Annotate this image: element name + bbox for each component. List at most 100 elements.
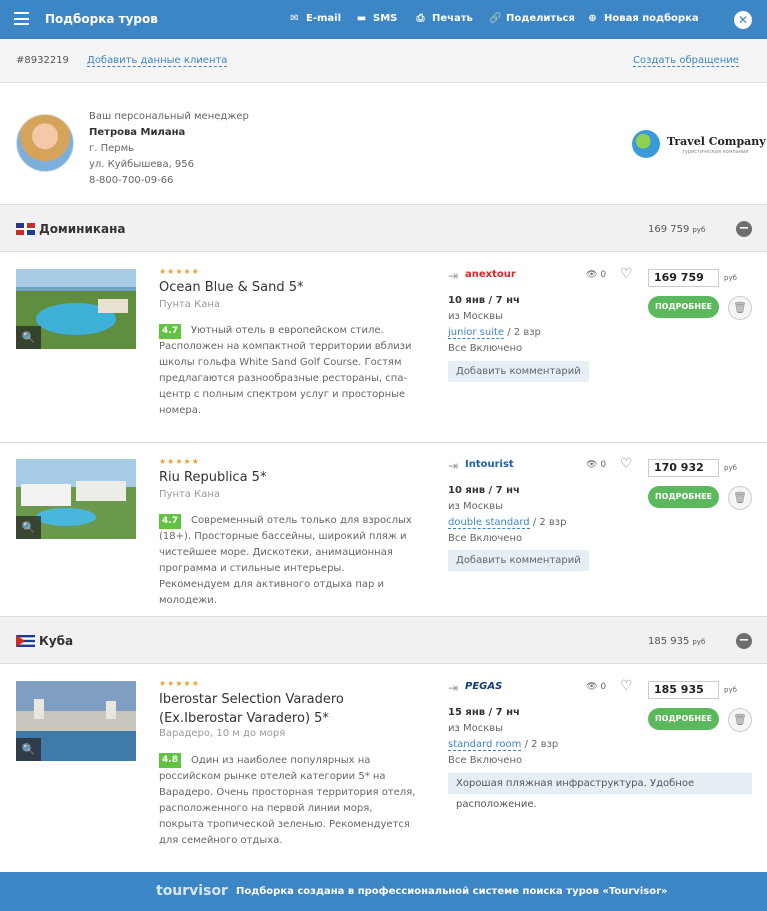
selection-id: #8932219: [16, 55, 69, 66]
country-min-price: 169 759 руб: [648, 224, 706, 235]
hotel-description: Современный отель только для взрослых (1…: [159, 515, 412, 606]
print-label: Печать: [432, 13, 473, 24]
trash-icon[interactable]: 🗑: [728, 486, 752, 510]
guests: / 2 взр: [524, 739, 559, 750]
hotel-name[interactable]: Riu Republica 5*: [159, 468, 429, 487]
enter-icon: ⇥: [448, 681, 459, 695]
manager-name: Петрова Милана: [89, 127, 186, 138]
new-selection-button[interactable]: ⊕ Новая подборка: [587, 13, 699, 24]
hotel-description: Уютный отель в европейском стиле. Распол…: [159, 325, 412, 416]
hotel-location: Пунта Кана: [159, 489, 221, 500]
operator-logo: anextour: [465, 269, 516, 280]
trash-icon[interactable]: 🗑: [728, 296, 752, 320]
collapse-icon[interactable]: −: [736, 221, 752, 237]
operator-logo: PEGAS: [465, 681, 503, 692]
departure-city: из Москвы: [448, 311, 504, 322]
country-header: Доминикана 169 759 руб −: [0, 204, 767, 252]
country-name: Куба: [39, 634, 74, 648]
email-icon: ✉: [290, 13, 299, 24]
sms-icon: ▬: [356, 13, 367, 24]
create-request-link[interactable]: Создать обращение: [633, 55, 739, 67]
manager-caption: Ваш персональный менеджер: [89, 111, 249, 122]
tour-card: 🔍 ★★★★★ Iberostar Selection Varadero (Ex…: [0, 665, 767, 871]
views-counter: 👁 0: [586, 682, 607, 692]
currency-label: руб: [724, 686, 737, 694]
manager-city: г. Пермь: [89, 143, 135, 154]
tour-card: 🔍 ★★★★★ Riu Republica 5* Пунта Кана 4.7 …: [0, 443, 767, 615]
price-field[interactable]: 185 935: [648, 681, 719, 699]
room-type-link[interactable]: junior suite: [448, 327, 505, 339]
hotel-location: Пунта Кана: [159, 299, 221, 310]
hotel-name[interactable]: Ocean Blue & Sand 5*: [159, 278, 429, 297]
plus-icon: ⊕: [588, 13, 597, 24]
eye-icon: 👁: [586, 270, 598, 280]
new-selection-label: Новая подборка: [604, 13, 699, 24]
meal-plan: Все Включено: [448, 533, 523, 544]
sms-label: SMS: [373, 13, 398, 24]
add-comment-button[interactable]: Добавить комментарий: [448, 550, 589, 571]
add-client-link[interactable]: Добавить данные клиента: [87, 55, 228, 67]
company-logo: Travel Company туристическая компания: [632, 130, 766, 158]
tour-dates: 10 янв / 7 нч: [448, 485, 520, 496]
hotel-stars: ★★★★★: [159, 457, 200, 466]
email-button[interactable]: ✉ E-mail: [289, 13, 341, 24]
company-name: Travel Company: [667, 135, 766, 148]
tourvisor-logo[interactable]: tourvisor: [156, 883, 228, 899]
heart-icon[interactable]: ♡: [620, 456, 633, 472]
manager-phone: 8-800-700-09-66: [89, 175, 174, 186]
details-button[interactable]: ПОДРОБНЕЕ: [648, 708, 719, 730]
hotel-photo[interactable]: [16, 681, 136, 761]
heart-icon[interactable]: ♡: [620, 678, 633, 694]
footer-text: Подборка создана в профессиональной сист…: [236, 886, 668, 897]
hotel-description: Один из наиболее популярных на российско…: [159, 755, 416, 846]
hotel-name[interactable]: Iberostar Selection Varadero (Ex.Iberost…: [159, 690, 421, 728]
eye-icon: 👁: [586, 460, 598, 470]
hotel-photo[interactable]: [16, 459, 136, 539]
hotel-location: Варадеро, 10 м до моря: [159, 728, 286, 739]
guests: / 2 взр: [532, 517, 567, 528]
avatar: [16, 114, 74, 172]
collapse-icon[interactable]: −: [736, 633, 752, 649]
sms-button[interactable]: ▬ SMS: [356, 13, 398, 24]
add-comment-button[interactable]: Добавить комментарий: [448, 361, 589, 382]
tour-details: 10 янв / 7 нч из Москвы junior suite / 2…: [448, 293, 541, 357]
guests: / 2 взр: [507, 327, 541, 338]
price-field[interactable]: 170 932: [648, 459, 719, 477]
share-icon: 🔗: [489, 13, 502, 24]
enter-icon: ⇥: [448, 269, 459, 283]
room-type-link[interactable]: standard room: [448, 739, 522, 751]
close-icon[interactable]: ✕: [734, 11, 752, 29]
manager-address: ул. Куйбышева, 956: [89, 159, 195, 170]
tour-details: 15 янв / 7 нч из Москвы standard room / …: [448, 705, 558, 769]
departure-city: из Москвы: [448, 501, 504, 512]
top-bar: Подборка туров ✉ E-mail ▬ SMS ⎙ Печать 🔗 Под…: [0, 0, 767, 39]
tour-dates: 15 янв / 7 нч: [448, 707, 520, 718]
company-subtitle: туристическая компания: [682, 149, 749, 155]
tour-comment[interactable]: Хорошая пляжная инфраструктура. Удобное …: [448, 773, 752, 810]
country-min-price: 185 935 руб: [648, 636, 706, 647]
tour-details: 10 янв / 7 нч из Москвы double standard …: [448, 483, 566, 547]
meal-plan: Все Включено: [448, 755, 523, 766]
cuba-flag-icon: [16, 635, 35, 647]
hotel-photo[interactable]: [16, 269, 136, 349]
dominican-flag-icon: [16, 223, 35, 235]
tour-dates: 10 янв / 7 нч: [448, 295, 520, 306]
hotel-stars: ★★★★★: [159, 679, 200, 688]
print-button[interactable]: ⎙ Печать: [415, 13, 473, 24]
trash-icon[interactable]: 🗑: [728, 708, 752, 732]
departure-city: из Москвы: [448, 723, 504, 734]
price-field[interactable]: 169 759: [648, 269, 719, 287]
details-button[interactable]: ПОДРОБНЕЕ: [648, 296, 719, 318]
eye-icon: 👁: [586, 682, 598, 692]
room-type-link[interactable]: double standard: [448, 517, 530, 529]
tour-card: 🔍 ★★★★★ Ocean Blue & Sand 5* Пунта Кана …: [0, 253, 767, 442]
currency-label: руб: [724, 274, 737, 282]
operator-logo: Intourist: [465, 459, 514, 470]
details-button[interactable]: ПОДРОБНЕЕ: [648, 486, 719, 508]
menu-icon[interactable]: [14, 12, 29, 25]
heart-icon[interactable]: ♡: [620, 266, 633, 282]
share-button[interactable]: 🔗 Поделиться: [489, 13, 575, 24]
currency-label: руб: [724, 464, 737, 472]
enter-icon: ⇥: [448, 459, 459, 473]
meal-plan: Все Включено: [448, 343, 523, 354]
